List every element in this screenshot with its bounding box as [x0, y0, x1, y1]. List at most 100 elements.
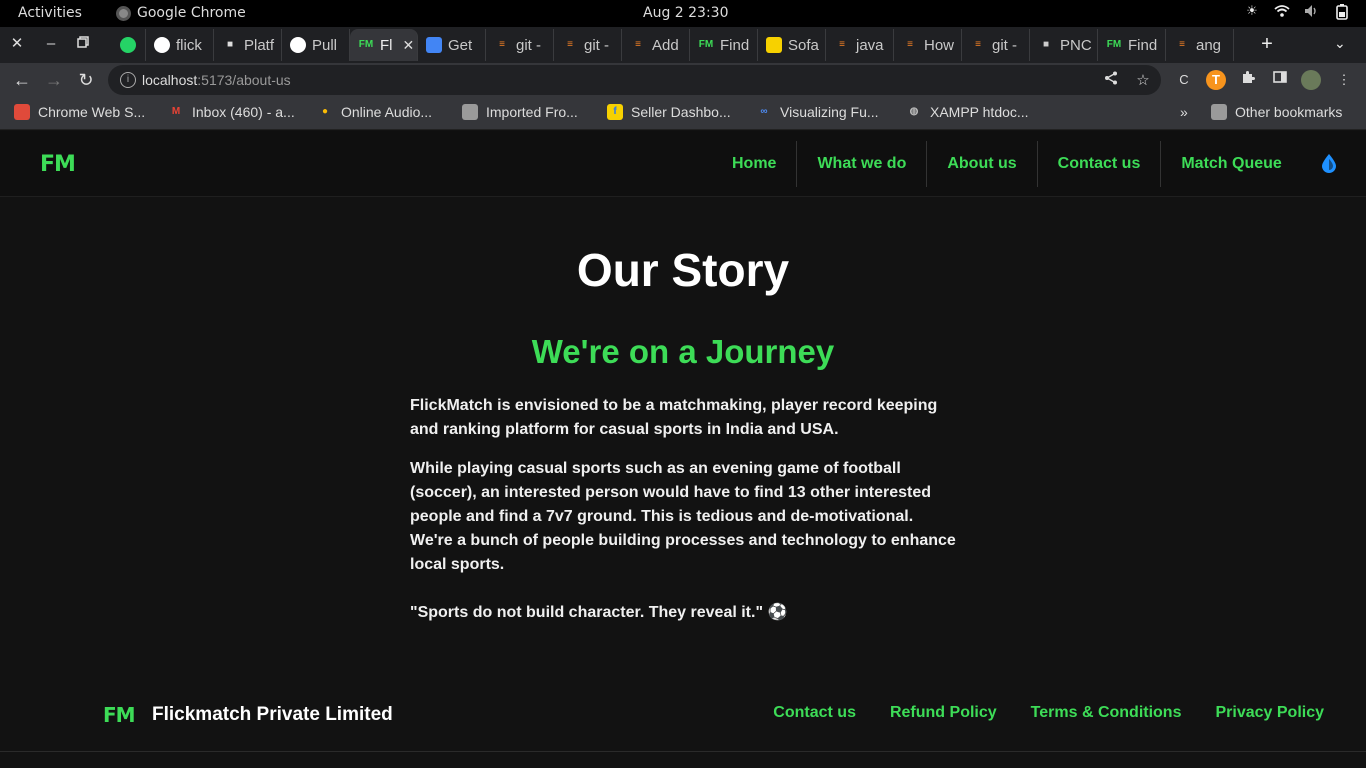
tab-title: Sofa	[788, 36, 819, 54]
nav-home[interactable]: Home	[712, 141, 798, 187]
browser-tab[interactable]: ≡ How	[894, 29, 962, 61]
browser-tab[interactable]: ≡ git -	[486, 29, 554, 61]
bookmark-label: Online Audio...	[341, 104, 433, 120]
site-info-icon[interactable]: i	[120, 72, 136, 88]
github-icon	[154, 37, 170, 53]
bookmark-label: Chrome Web S...	[38, 104, 146, 120]
app-name: Google Chrome	[137, 5, 246, 21]
section-subtitle: We're on a Journey	[531, 333, 835, 370]
profile-avatar[interactable]	[1301, 70, 1321, 90]
tab-title: How	[924, 36, 955, 54]
bookmarks-bar: Chrome Web S... M Inbox (460) - a... ● Onl…	[0, 97, 1366, 130]
browser-tab[interactable]: FM Find	[1098, 29, 1166, 61]
reload-icon[interactable]: ↻	[74, 68, 98, 92]
tab-title: Find	[720, 36, 750, 54]
system-tray[interactable]: ☀	[1244, 4, 1350, 20]
bookmark-item[interactable]: ∞ Visualizing Fu...	[756, 104, 879, 120]
minimize-window-icon[interactable]: –	[40, 33, 62, 55]
footer-refund-link[interactable]: Refund Policy	[890, 704, 997, 722]
browser-tab[interactable]: FM Find	[690, 29, 758, 61]
bookmark-item[interactable]: ◍ XAMPP htdoc...	[906, 104, 1029, 120]
footer-privacy-link[interactable]: Privacy Policy	[1215, 704, 1324, 722]
browser-tab[interactable]: FM Fl ✕	[350, 29, 418, 61]
bookmark-label: Visualizing Fu...	[780, 104, 879, 120]
footer-terms-link[interactable]: Terms & Conditions	[1031, 704, 1182, 722]
close-tab-icon[interactable]: ✕	[403, 37, 415, 54]
chrome-menu-icon[interactable]: ⋮	[1334, 70, 1354, 90]
share-icon[interactable]	[1102, 71, 1120, 89]
stackoverflow-icon: ≡	[1179, 39, 1185, 50]
story-paragraph: While playing casual sports such as an e…	[410, 460, 956, 573]
other-bookmarks[interactable]: Other bookmarks	[1211, 104, 1342, 120]
browser-tab[interactable]	[112, 29, 146, 61]
battery-icon	[1334, 4, 1350, 20]
footer-contact-link[interactable]: Contact us	[773, 704, 856, 722]
footer-logo: FM	[103, 703, 136, 727]
bookmark-item[interactable]: Chrome Web S...	[14, 104, 145, 120]
browser-tab[interactable]: ■ Platf	[214, 29, 282, 61]
browser-tab[interactable]: Sofa	[758, 29, 826, 61]
tab-title: PNC	[1060, 36, 1092, 54]
browser-tab[interactable]: ≡ java	[826, 29, 894, 61]
new-tab-button[interactable]: +	[1256, 33, 1278, 55]
footer-divider	[0, 751, 1366, 752]
clock[interactable]: Aug 2 23:30	[643, 5, 729, 21]
tab-list: flick ■ Platf Pull FM Fl ✕ Get ≡ git - ≡ git - ≡ Add F…	[112, 29, 1234, 61]
browser-tab[interactable]: ≡ git -	[962, 29, 1030, 61]
globe-icon: ◍	[909, 106, 919, 117]
bookmark-item[interactable]: M Inbox (460) - a...	[168, 104, 295, 120]
stackoverflow-icon: ≡	[975, 39, 981, 50]
extensions-puzzle-icon[interactable]	[1238, 70, 1258, 90]
gmail-icon: M	[171, 106, 181, 117]
nav-match-queue[interactable]: Match Queue	[1161, 141, 1301, 187]
browser-tab[interactable]: Get	[418, 29, 486, 61]
bookmark-star-icon[interactable]: ☆	[1134, 71, 1152, 89]
site-logo[interactable]: FM	[40, 152, 76, 177]
nav-contact-us[interactable]: Contact us	[1038, 141, 1162, 187]
bookmark-item[interactable]: f Seller Dashbo...	[607, 104, 731, 120]
docs-icon	[426, 37, 442, 53]
browser-tab[interactable]: ≡ Add	[622, 29, 690, 61]
tab-title: git -	[992, 36, 1018, 54]
browser-tab[interactable]: flick	[146, 29, 214, 61]
activities-button[interactable]: Activities	[18, 5, 82, 21]
browser-toolbar: ← → ↻ i localhost:5173/about-us ☆ C T ⋮	[0, 63, 1366, 97]
stackoverflow-icon: ≡	[839, 39, 845, 50]
forward-icon[interactable]: →	[42, 68, 66, 92]
whatsapp-icon	[120, 37, 136, 53]
app-menu[interactable]: Google Chrome	[116, 5, 246, 21]
back-icon[interactable]: ←	[10, 68, 34, 92]
tab-search-button[interactable]: ⌄	[1334, 35, 1346, 52]
browser-tab[interactable]: Pull	[282, 29, 350, 61]
extension-c-icon[interactable]: C	[1174, 70, 1194, 90]
tab-strip: ✕ – flick ■ Platf Pull FM Fl ✕ Get ≡ git - ≡ git - ≡…	[0, 27, 1366, 63]
stackoverflow-icon: ≡	[635, 39, 641, 50]
page-title: Our Story	[576, 244, 790, 296]
stackoverflow-icon: ≡	[567, 39, 573, 50]
nav-about-us[interactable]: About us	[927, 141, 1038, 187]
flipkart-icon: f	[607, 104, 623, 120]
close-window-icon[interactable]: ✕	[6, 33, 28, 55]
tab-title: flick	[176, 36, 202, 54]
webstore-icon	[14, 104, 30, 120]
stackoverflow-icon: ≡	[907, 39, 913, 50]
theme-toggle-icon[interactable]	[1320, 153, 1338, 173]
restore-window-icon[interactable]	[72, 33, 94, 55]
address-bar[interactable]: i localhost:5173/about-us ☆	[108, 65, 1161, 95]
browser-tab[interactable]: ■ PNC	[1030, 29, 1098, 61]
side-panel-icon[interactable]	[1270, 70, 1290, 90]
extension-t-icon[interactable]: T	[1206, 70, 1226, 90]
bookmark-label: Imported Fro...	[486, 104, 578, 120]
nav-what-we-do[interactable]: What we do	[797, 141, 928, 187]
tab-title: java	[856, 36, 884, 54]
browser-tab[interactable]: ≡ ang	[1166, 29, 1234, 61]
bookmarks-overflow-icon[interactable]: »	[1180, 104, 1188, 120]
bookmark-item[interactable]: ● Online Audio...	[317, 104, 432, 120]
bookmark-item[interactable]: Imported Fro...	[462, 104, 578, 120]
pnc-icon: ■	[1042, 39, 1050, 50]
browser-tab[interactable]: ≡ git -	[554, 29, 622, 61]
tab-title: Get	[448, 36, 473, 54]
url-text[interactable]: localhost:5173/about-us	[142, 72, 291, 88]
site-header: FM Home What we do About us Contact us M…	[0, 131, 1366, 197]
tab-title: Platf	[244, 36, 275, 54]
